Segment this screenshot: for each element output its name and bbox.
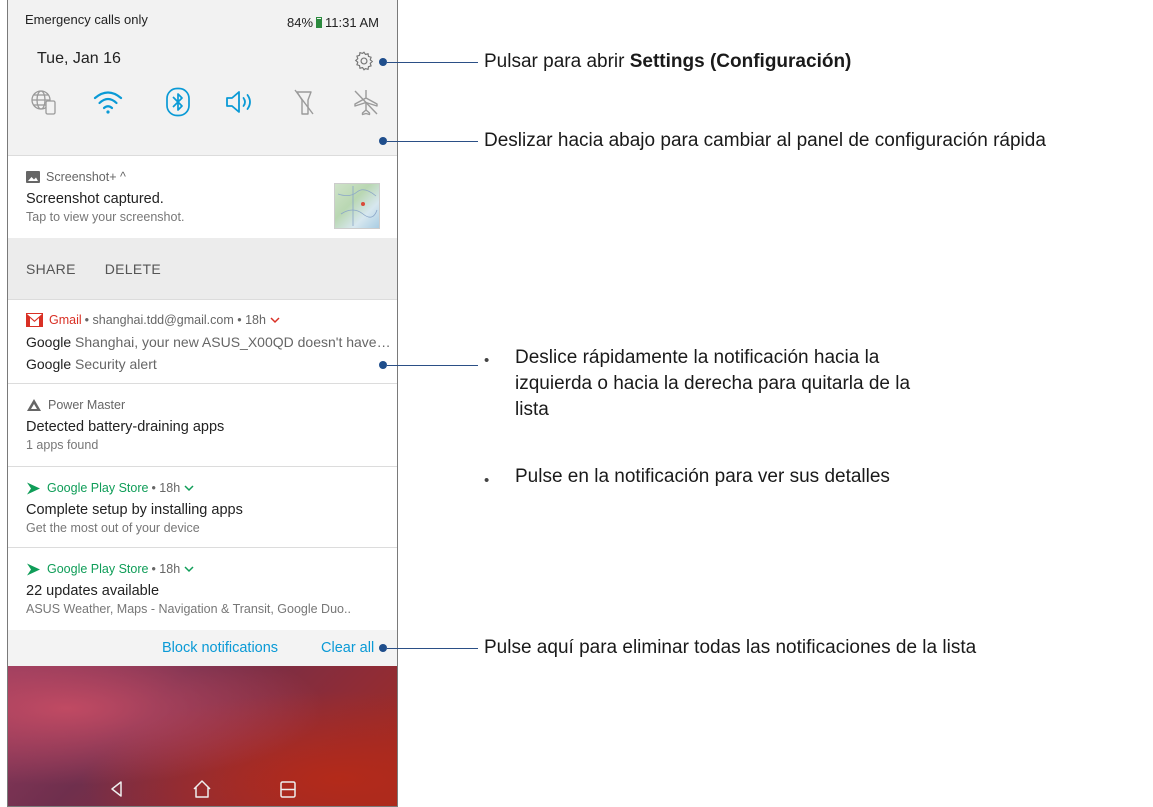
airplane-mode-icon[interactable]	[348, 84, 384, 120]
notification-meta: • 18h	[151, 481, 181, 495]
annotation-line	[387, 648, 478, 649]
annotation-tap-details: Pulse en la notificación para ver sus de…	[515, 466, 890, 487]
notification-power-master[interactable]: Power Master Detected battery-draining a…	[8, 383, 397, 466]
screenshot-actions: SHARE DELETE	[8, 238, 397, 299]
share-button[interactable]: SHARE	[26, 261, 76, 277]
notification-footer: Block notifications Clear all	[8, 630, 397, 666]
annotation-bullet: •	[484, 352, 490, 369]
notification-screenshot[interactable]: Screenshot+ ^ Screenshot captured. Tap t…	[8, 155, 397, 238]
sound-icon[interactable]	[222, 84, 258, 120]
block-notifications-button[interactable]: Block notifications	[162, 640, 278, 656]
gmail-sender: Google	[26, 334, 72, 350]
annotation-settings-bold: Settings (Configuración)	[629, 51, 852, 72]
home-icon[interactable]	[191, 778, 213, 800]
notification-subtitle: Tap to view your screenshot.	[26, 210, 185, 224]
notification-app-row: Screenshot+ ^	[26, 168, 379, 186]
notification-app-row: Google Play Store • 18h	[26, 560, 379, 578]
gear-icon[interactable]	[353, 50, 375, 72]
notification-title: Detected battery-draining apps	[26, 419, 225, 435]
screenshot-thumbnail[interactable]	[334, 183, 380, 229]
chevron-down-icon[interactable]	[184, 484, 194, 492]
notification-app-name: Google Play Store	[47, 562, 149, 576]
notification-title: Screenshot captured.	[26, 191, 164, 207]
gmail-preview: Security alert	[75, 356, 157, 372]
annotation-dot	[379, 58, 387, 66]
annotation-dot	[379, 361, 387, 369]
annotation-swipe-dismiss: Deslice rápidamente la notificación haci…	[515, 347, 911, 420]
status-right: 84% 11:31 AM	[287, 15, 379, 30]
annotation-line	[387, 365, 478, 366]
chevron-down-icon[interactable]	[184, 565, 194, 573]
clear-all-button[interactable]: Clear all	[321, 640, 374, 656]
notification-play-store[interactable]: Google Play Store • 18h 22 updates avail…	[8, 547, 397, 630]
notification-subtitle: 1 apps found	[26, 438, 99, 452]
quick-settings-row	[26, 84, 381, 120]
back-icon[interactable]	[106, 778, 128, 800]
gmail-icon	[26, 313, 43, 327]
notification-title: 22 updates available	[26, 583, 160, 599]
gmail-line-2: Google Security alert	[26, 356, 379, 372]
annotation-dot	[379, 137, 387, 145]
play-store-icon	[27, 563, 40, 575]
flashlight-icon[interactable]	[286, 84, 322, 120]
notification-app-row: Google Play Store • 18h	[26, 479, 379, 497]
annotation-clear-all: Pulse aquí para eliminar todas las notif…	[484, 637, 977, 658]
notification-list: Screenshot+ ^ Screenshot captured. Tap t…	[8, 155, 397, 630]
clock: 11:31 AM	[325, 15, 379, 30]
play-store-icon	[27, 482, 40, 494]
annotation-swipe-down: Deslizar hacia abajo para cambiar al pan…	[484, 130, 1046, 151]
notification-meta: • shanghai.tdd@gmail.com • 18h	[84, 313, 266, 327]
status-bar: Emergency calls only 84% 11:31 AM	[8, 0, 397, 40]
notification-app-name: Google Play Store	[47, 481, 149, 495]
gmail-sender: Google	[26, 356, 72, 372]
annotation-dot	[379, 644, 387, 652]
notification-app-row: Gmail • shanghai.tdd@gmail.com • 18h	[26, 311, 379, 329]
annotation-line	[387, 62, 478, 63]
notification-app-name: Gmail	[49, 313, 82, 327]
carrier-status: Emergency calls only	[25, 12, 148, 27]
date-label: Tue, Jan 16	[37, 50, 121, 67]
notification-app-name: Power Master	[48, 398, 126, 412]
notification-play-store[interactable]: Google Play Store • 18h Complete setup b…	[8, 466, 397, 547]
battery-percent: 84%	[287, 15, 314, 30]
notification-meta: • 18h	[151, 562, 181, 576]
wifi-icon[interactable]	[90, 84, 126, 120]
gmail-preview: Shanghai, your new ASUS_X00QD doesn't ha…	[75, 334, 391, 350]
phone-screen: Emergency calls only 84% 11:31 AM Tue, J…	[7, 0, 398, 807]
annotation-settings-prefix: Pulsar para abrir	[484, 51, 630, 72]
power-master-icon	[27, 399, 41, 411]
data-icon[interactable]	[26, 84, 62, 120]
annotation-settings: Pulsar para abrir Settings (Configuració…	[484, 51, 851, 73]
image-icon	[26, 171, 40, 183]
annotation-line	[387, 141, 478, 142]
notification-subtitle: ASUS Weather, Maps - Navigation & Transi…	[26, 602, 351, 616]
chevron-down-icon[interactable]	[270, 316, 280, 324]
battery-icon	[316, 17, 323, 28]
notification-gmail[interactable]: Gmail • shanghai.tdd@gmail.com • 18h Goo…	[8, 299, 397, 383]
notification-title: Complete setup by installing apps	[26, 502, 243, 518]
annotation-bullet: •	[484, 472, 490, 489]
recent-apps-icon[interactable]	[277, 778, 299, 800]
notification-app-row: Power Master	[26, 396, 379, 414]
gmail-line-1: Google Shanghai, your new ASUS_X00QD doe…	[26, 334, 391, 350]
delete-button[interactable]: DELETE	[105, 261, 161, 277]
notification-app-name: Screenshot+ ^	[46, 170, 126, 184]
notification-subtitle: Get the most out of your device	[26, 521, 200, 535]
bluetooth-icon[interactable]	[160, 84, 196, 120]
